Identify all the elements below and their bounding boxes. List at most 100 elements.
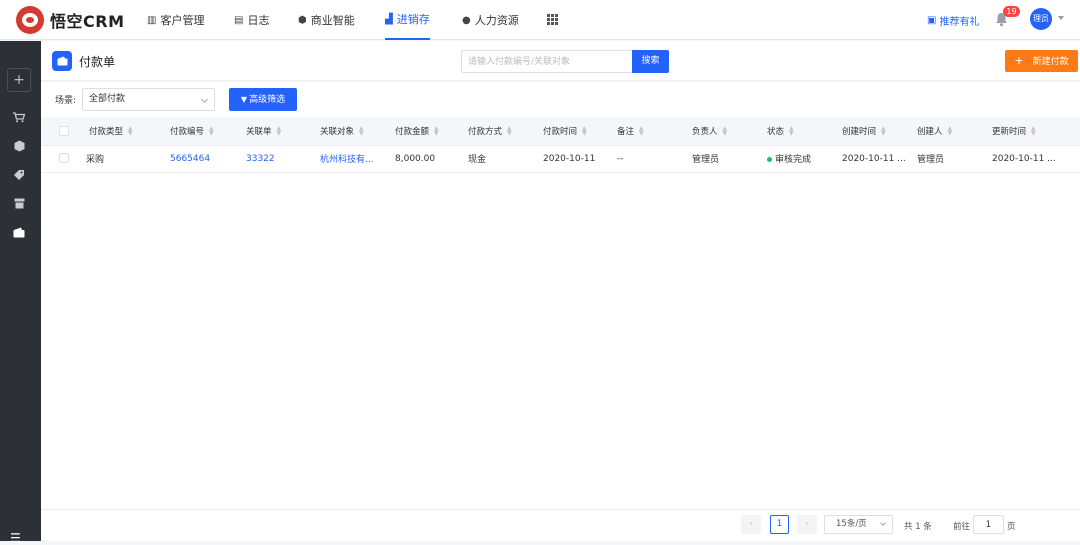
archive-icon[interactable] bbox=[12, 198, 26, 212]
nav-item-journal[interactable]: ▤ 日志 bbox=[234, 0, 269, 40]
logo[interactable]: 悟空CRM bbox=[16, 5, 125, 35]
shield-check-icon: ⬢ bbox=[298, 14, 307, 26]
goto-page-input[interactable] bbox=[973, 515, 1004, 534]
cart-icon[interactable] bbox=[12, 112, 26, 126]
cell-number-link[interactable]: 5665464 bbox=[158, 145, 235, 173]
search-button[interactable]: 搜索 bbox=[632, 50, 669, 73]
column-header[interactable]: 付款类型 ▲ ▼ bbox=[81, 117, 158, 146]
column-header[interactable]: 状态 ▲ ▼ bbox=[758, 117, 833, 146]
sort-icon[interactable]: ▲ ▼ bbox=[1031, 126, 1036, 137]
page-title: 付款单 bbox=[79, 55, 116, 69]
sort-icon[interactable]: ▲ ▼ bbox=[434, 126, 439, 137]
journal-icon: ▤ bbox=[234, 14, 244, 26]
sidebar-add-button[interactable]: + bbox=[7, 68, 31, 92]
cube-icon[interactable] bbox=[12, 140, 26, 154]
notification-badge: 19 bbox=[1003, 6, 1020, 17]
wallet-icon[interactable] bbox=[12, 227, 26, 241]
nav-label: 客户管理 bbox=[160, 14, 205, 27]
scene-select[interactable]: 全部付款 bbox=[82, 88, 215, 111]
nav-item-bi[interactable]: ⬢ 商业智能 bbox=[298, 0, 355, 40]
referral-link[interactable]: ▣ 推荐有礼 bbox=[927, 13, 979, 28]
advanced-filter-label: 高级筛选 bbox=[249, 95, 286, 105]
sort-icon[interactable]: ▲ ▼ bbox=[582, 126, 587, 137]
column-header[interactable]: 付款金额 ▲ ▼ bbox=[385, 117, 458, 146]
column-header[interactable]: 付款方式 ▲ ▼ bbox=[458, 117, 534, 146]
column-header[interactable]: 创建时间 ▲ ▼ bbox=[833, 117, 908, 146]
status-dot-icon bbox=[767, 157, 772, 162]
chevron-down-icon bbox=[200, 95, 209, 104]
sort-icon[interactable]: ▲ ▼ bbox=[128, 126, 133, 137]
cell-creator: 管理员 bbox=[908, 145, 983, 173]
total-count: 共 1 条 bbox=[904, 522, 932, 532]
cell-remark: -- bbox=[609, 145, 683, 173]
chart-icon: ▟ bbox=[385, 13, 393, 25]
sort-icon[interactable]: ▲ ▼ bbox=[723, 126, 728, 137]
search-input[interactable] bbox=[461, 50, 632, 73]
sort-icon[interactable]: ▲ ▼ bbox=[881, 126, 886, 137]
table-row[interactable]: 采购 5665464 33322 杭州科技有... 8,000.00 现金 20… bbox=[41, 145, 1080, 173]
wallet-icon bbox=[52, 51, 72, 71]
nav-item-inventory[interactable]: ▟ 进销存 bbox=[385, 0, 430, 40]
referral-label: 推荐有礼 bbox=[939, 17, 980, 28]
goto-label: 前往 bbox=[953, 522, 971, 532]
gift-icon: ▣ bbox=[927, 15, 937, 26]
tag-icon[interactable] bbox=[12, 169, 26, 183]
advanced-filter-button[interactable]: ▼ 高级筛选 bbox=[229, 88, 297, 111]
cell-created-at: 2020-10-11 ... bbox=[833, 145, 908, 173]
nav-label: 进销存 bbox=[396, 13, 430, 26]
sort-icon[interactable]: ▲ ▼ bbox=[789, 126, 794, 137]
column-header[interactable]: 付款编号 ▲ ▼ bbox=[158, 117, 235, 146]
apps-grid-icon[interactable] bbox=[547, 14, 558, 25]
page-size-value: 15条/页 bbox=[836, 519, 867, 529]
new-payment-button[interactable]: + 新建付款 bbox=[1005, 50, 1078, 72]
page-size-select[interactable]: 15条/页 bbox=[824, 515, 893, 534]
next-page-button[interactable]: › bbox=[797, 515, 817, 534]
column-header[interactable]: 负责人 ▲ ▼ bbox=[683, 117, 758, 146]
cell-method: 现金 bbox=[458, 145, 534, 173]
cell-owner: 管理员 bbox=[683, 145, 758, 173]
pagination: ‹ 1 › 15条/页 共 1 条 前往 页 bbox=[41, 509, 1080, 539]
cell-amount: 8,000.00 bbox=[385, 145, 458, 173]
monkey-logo-icon bbox=[16, 6, 44, 34]
column-header[interactable]: 创建人 ▲ ▼ bbox=[908, 117, 983, 146]
page-suffix: 页 bbox=[1007, 522, 1016, 532]
content-panel: 场景: 全部付款 ▼ 高级筛选 付款类型 ▲ ▼ 付款编号 ▲ ▼ 关联单 ▲ ▼ 关联对象 ▲… bbox=[41, 82, 1080, 541]
nav-item-customer[interactable]: ▥ 客户管理 bbox=[147, 0, 204, 40]
sort-icon[interactable]: ▲ ▼ bbox=[277, 126, 282, 137]
app-title: 悟空CRM bbox=[50, 12, 125, 31]
payments-table: 付款类型 ▲ ▼ 付款编号 ▲ ▼ 关联单 ▲ ▼ 关联对象 ▲ ▼ 付款金额 ▲ ▼ 付款方式 ▲ ▼… bbox=[41, 117, 1080, 173]
avatar[interactable]: 理员 bbox=[1030, 8, 1052, 30]
column-settings-icon[interactable]: ▥ bbox=[1063, 117, 1080, 146]
prev-page-button[interactable]: ‹ bbox=[741, 515, 761, 534]
chevron-down-icon[interactable] bbox=[1058, 16, 1064, 20]
sort-icon[interactable]: ▲ ▼ bbox=[948, 126, 953, 137]
cell-type: 采购 bbox=[81, 145, 158, 173]
building-icon: ▥ bbox=[147, 14, 157, 26]
plus-icon: + bbox=[1014, 54, 1024, 67]
nav-label: 日志 bbox=[247, 14, 270, 27]
select-all-checkbox[interactable] bbox=[41, 117, 81, 146]
sort-icon[interactable]: ▲ ▼ bbox=[639, 126, 644, 137]
menu-collapse-icon[interactable]: ☰ bbox=[10, 531, 21, 545]
cell-pay-time: 2020-10-11 bbox=[534, 145, 609, 173]
top-navigation: 悟空CRM ▥ 客户管理 ▤ 日志 ⬢ 商业智能 ▟ 进销存 ● 人力资源 ▣ … bbox=[0, 0, 1080, 40]
scene-label: 场景: bbox=[55, 96, 77, 106]
sidebar: + ☰ bbox=[0, 41, 41, 545]
cell-status: 审核完成 bbox=[758, 145, 833, 173]
row-checkbox[interactable] bbox=[41, 145, 81, 173]
sort-icon[interactable]: ▲ ▼ bbox=[359, 126, 364, 137]
column-header[interactable]: 关联单 ▲ ▼ bbox=[235, 117, 309, 146]
column-header[interactable]: 备注 ▲ ▼ bbox=[609, 117, 683, 146]
sort-icon[interactable]: ▲ ▼ bbox=[507, 126, 512, 137]
current-page-button[interactable]: 1 bbox=[770, 515, 789, 534]
nav-label: 商业智能 bbox=[310, 14, 355, 27]
column-header[interactable]: 更新时间 ▲ ▼ bbox=[983, 117, 1063, 146]
column-header[interactable]: 付款时间 ▲ ▼ bbox=[534, 117, 609, 146]
new-payment-label: 新建付款 bbox=[1032, 57, 1069, 67]
people-icon: ● bbox=[462, 14, 471, 26]
sort-icon[interactable]: ▲ ▼ bbox=[209, 126, 214, 137]
column-header[interactable]: 关联对象 ▲ ▼ bbox=[309, 117, 385, 146]
cell-related-object-link[interactable]: 杭州科技有... bbox=[309, 145, 385, 173]
cell-related-order-link[interactable]: 33322 bbox=[235, 145, 309, 173]
nav-item-hr[interactable]: ● 人力资源 bbox=[462, 0, 519, 40]
